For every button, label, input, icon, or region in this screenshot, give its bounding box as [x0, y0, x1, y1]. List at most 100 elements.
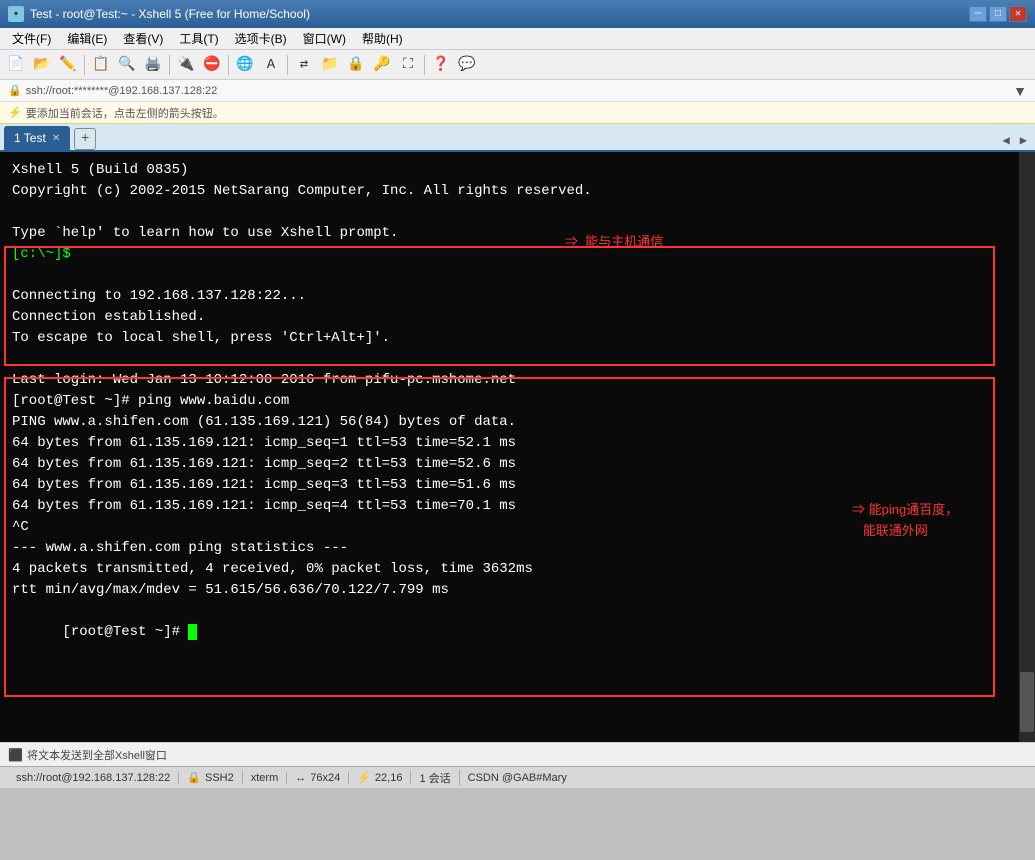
tab-close-icon[interactable]: ✕	[52, 133, 60, 144]
status-term-text: xterm	[251, 772, 279, 784]
toolbar-connect[interactable]: 🔌	[174, 53, 198, 77]
term-ping-2: 64 bytes from 61.135.169.121: icmp_seq=2…	[12, 454, 1007, 475]
status-cursor-icon: ⚡	[357, 771, 371, 784]
status-size: ↔ 76x24	[287, 772, 349, 784]
status-sessions-text: 1 会话	[419, 770, 450, 786]
scrollbar-track[interactable]	[1019, 152, 1035, 742]
tab-prev-button[interactable]: ◀	[999, 131, 1014, 150]
info-bar: ⚡ 要添加当前会话，点击左侧的箭头按钮。	[0, 102, 1035, 124]
toolbar-globe[interactable]: 🌐	[233, 53, 257, 77]
status-ssh-text: SSH2	[205, 772, 234, 784]
tab-label: 1 Test	[14, 131, 46, 145]
status-sessions: 1 会话	[411, 770, 459, 786]
term-prompt-root: [root@Test ~]# ping www.baidu.com	[12, 393, 289, 409]
toolbar-pen[interactable]: ✏️	[56, 53, 80, 77]
title-bar: ✦ Test - root@Test:~ - Xshell 5 (Free fo…	[0, 0, 1035, 28]
term-ctrl-c: ^C	[12, 517, 1007, 538]
status-size-text: 76x24	[310, 772, 340, 784]
menu-edit[interactable]: 编辑(E)	[59, 28, 115, 49]
terminal-scrollbar[interactable]	[1019, 152, 1035, 742]
toolbar-sep5	[424, 55, 425, 75]
status-term: xterm	[243, 772, 288, 784]
term-established: Connection established.	[12, 307, 1007, 328]
tab-test[interactable]: 1 Test ✕	[4, 126, 70, 150]
term-line-4: Type `help' to learn how to use Xshell p…	[12, 223, 1007, 244]
term-blank-2	[12, 349, 1007, 370]
term-lastlogin: Last login: Wed Jan 13 10:12:08 2016 fro…	[12, 370, 1007, 391]
tab-next-button[interactable]: ▶	[1016, 131, 1031, 150]
status-bar: ssh://root@192.168.137.128:22 🔒 SSH2 xte…	[0, 766, 1035, 788]
toolbar-key[interactable]: 🔑	[370, 53, 394, 77]
term-line-2: Copyright (c) 2002-2015 NetSarang Comput…	[12, 181, 1007, 202]
toolbar-new[interactable]: 📄	[4, 53, 28, 77]
status-cursor: ⚡ 22,16	[349, 771, 411, 784]
send-icon: ⬛	[8, 748, 23, 762]
toolbar-copy[interactable]: 📋	[89, 53, 113, 77]
term-ping-1: 64 bytes from 61.135.169.121: icmp_seq=1…	[12, 433, 1007, 454]
bottom-toolbar: ⬛ 将文本发送到全部Xshell窗口	[0, 742, 1035, 766]
toolbar-expand[interactable]: ⛶	[396, 53, 420, 77]
toolbar-sep4	[287, 55, 288, 75]
status-ssh: 🔒 SSH2	[179, 771, 242, 784]
app-icon: ✦	[8, 6, 24, 22]
toolbar-font[interactable]: A	[259, 53, 283, 77]
toolbar-sftp[interactable]: 📁	[318, 53, 342, 77]
term-line-5: [c:\~]$	[12, 244, 1007, 265]
menu-bar: 文件(F) 编辑(E) 查看(V) 工具(T) 选项卡(B) 窗口(W) 帮助(…	[0, 28, 1035, 50]
toolbar-open[interactable]: 📂	[30, 53, 54, 77]
menu-help[interactable]: 帮助(H)	[354, 28, 411, 49]
term-ping-cmd: [root@Test ~]# ping www.baidu.com	[12, 391, 1007, 412]
term-connecting: Connecting to 192.168.137.128:22...	[12, 286, 1007, 307]
lock-icon: 🔒	[8, 84, 22, 97]
menu-file[interactable]: 文件(F)	[4, 28, 59, 49]
toolbar-transfer[interactable]: ⇄	[292, 53, 316, 77]
terminal-cursor	[188, 624, 197, 640]
window-title: Test - root@Test:~ - Xshell 5 (Free for …	[30, 7, 310, 21]
maximize-button[interactable]: □	[989, 6, 1007, 22]
bottom-toolbar-text: 将文本发送到全部Xshell窗口	[27, 747, 167, 763]
status-size-icon: ↔	[295, 772, 306, 784]
tab-add-button[interactable]: +	[74, 128, 96, 150]
toolbar-disconnect[interactable]: ⛔	[200, 53, 224, 77]
term-ping-result: PING www.a.shifen.com (61.135.169.121) 5…	[12, 412, 1007, 433]
toolbar-lock[interactable]: 🔒	[344, 53, 368, 77]
status-address: ssh://root@192.168.137.128:22	[8, 772, 179, 784]
toolbar-chat[interactable]: 💬	[455, 53, 479, 77]
status-lock-icon: 🔒	[187, 771, 201, 784]
address-dropdown[interactable]: ▼	[1013, 83, 1027, 99]
term-ping-4: 64 bytes from 61.135.169.121: icmp_seq=4…	[12, 496, 1007, 517]
scrollbar-thumb[interactable]	[1020, 672, 1034, 732]
info-icon: ⚡	[8, 106, 22, 119]
term-stats-packets: 4 packets transmitted, 4 received, 0% pa…	[12, 559, 1007, 580]
term-line-1: Xshell 5 (Build 0835)	[12, 160, 1007, 181]
address-text: ssh://root:********@192.168.137.128:22	[26, 85, 218, 97]
menu-window[interactable]: 窗口(W)	[295, 28, 354, 49]
toolbar-sep3	[228, 55, 229, 75]
status-csdn: CSDN @GAB#Mary	[460, 772, 575, 784]
term-escape: To escape to local shell, press 'Ctrl+Al…	[12, 328, 1007, 349]
toolbar-sep2	[169, 55, 170, 75]
close-button[interactable]: ✕	[1009, 6, 1027, 22]
term-stats-header: --- www.a.shifen.com ping statistics ---	[12, 538, 1007, 559]
info-text: 要添加当前会话，点击左侧的箭头按钮。	[26, 105, 224, 121]
term-ping-3: 64 bytes from 61.135.169.121: icmp_seq=3…	[12, 475, 1007, 496]
menu-view[interactable]: 查看(V)	[115, 28, 171, 49]
toolbar: 📄 📂 ✏️ 📋 🔍 🖨️ 🔌 ⛔ 🌐 A ⇄ 📁 🔒 🔑 ⛶ ❓ 💬	[0, 50, 1035, 80]
toolbar-sep1	[84, 55, 85, 75]
minimize-button[interactable]: ─	[969, 6, 987, 22]
menu-tabs[interactable]: 选项卡(B)	[227, 28, 295, 49]
menu-tools[interactable]: 工具(T)	[171, 28, 226, 49]
toolbar-search[interactable]: 🔍	[115, 53, 139, 77]
address-bar: 🔒 ssh://root:********@192.168.137.128:22…	[0, 80, 1035, 102]
terminal[interactable]: Xshell 5 (Build 0835) Copyright (c) 2002…	[0, 152, 1019, 742]
term-line-3	[12, 202, 1007, 223]
status-cursor-text: 22,16	[375, 772, 403, 784]
status-address-text: ssh://root@192.168.137.128:22	[16, 772, 170, 784]
status-csdn-text: CSDN @GAB#Mary	[468, 772, 567, 784]
toolbar-print[interactable]: 🖨️	[141, 53, 165, 77]
tab-bar: 1 Test ✕ + ◀ ▶	[0, 124, 1035, 152]
term-final-prompt: [root@Test ~]#	[12, 601, 1007, 664]
term-line-6	[12, 265, 1007, 286]
toolbar-help[interactable]: ❓	[429, 53, 453, 77]
term-stats-rtt: rtt min/avg/max/mdev = 51.615/56.636/70.…	[12, 580, 1007, 601]
